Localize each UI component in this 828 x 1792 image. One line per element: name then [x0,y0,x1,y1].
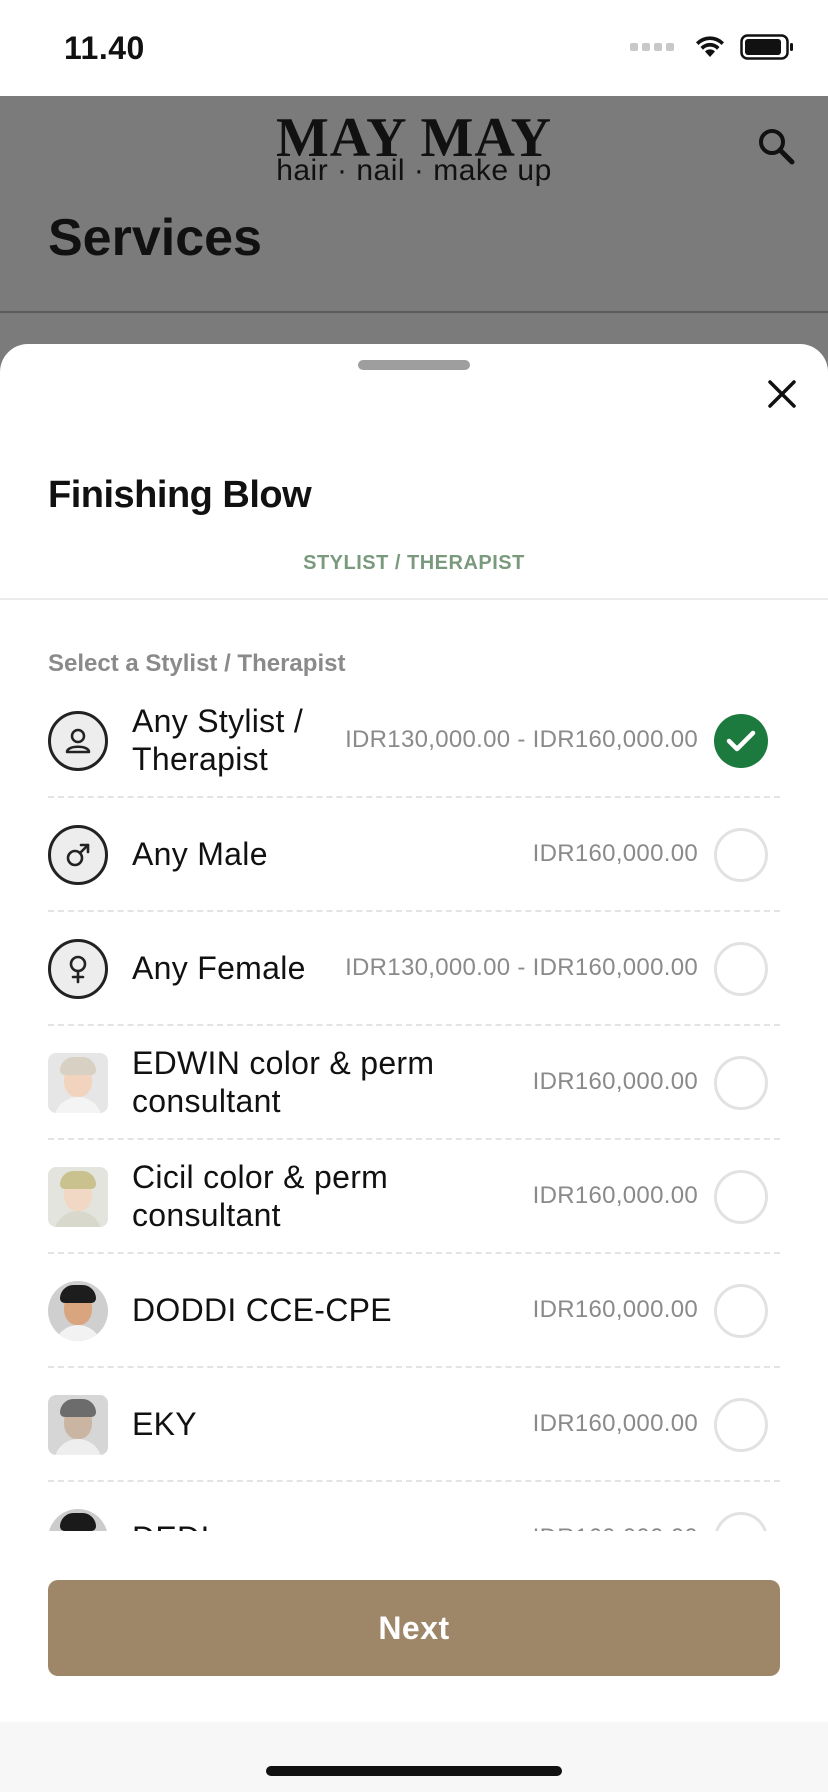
stylist-photo [48,1509,108,1531]
stylist-name: DODDI CCE-CPE [132,1292,392,1328]
wifi-icon [696,36,724,57]
list-item[interactable]: DODDI CCE-CPE IDR160,000.00 [48,1254,780,1368]
divider [0,311,828,313]
avatar [48,711,108,771]
battery-icon [740,34,793,60]
radio-button[interactable] [714,1284,768,1338]
stylist-name: Any Male [132,836,268,872]
radio-selected[interactable] [714,714,768,768]
avatar [48,1509,108,1531]
price: IDR160,000.00 [532,1296,698,1323]
stylist-name: Cicil color & perm consultant [132,1159,389,1233]
price: IDR160,000.00 [533,1482,698,1531]
stylist-name: EDWIN color & perm consultant [132,1045,435,1119]
avatar [48,825,108,885]
list-item[interactable]: Cicil color & perm consultant IDR160,000… [48,1140,780,1254]
radio-button[interactable] [714,1056,768,1110]
next-button[interactable]: Next [48,1580,780,1676]
section-label: STYLIST / THERAPIST [303,552,525,574]
sheet-grabber[interactable] [358,360,470,370]
price: IDR160,000.00 [532,1068,698,1095]
radio-button[interactable] [714,828,768,882]
avatar [48,939,108,999]
radio-button[interactable] [714,1170,768,1224]
stylist-photo [48,1167,108,1227]
close-icon [768,380,796,408]
price-range: IDR130,000.00 - IDR160,000.00 [345,726,698,753]
price: IDR160,000.00 [532,1410,698,1437]
male-symbol-icon [66,843,90,867]
radio-button[interactable] [714,942,768,996]
status-time: 11.40 [64,30,145,66]
price: IDR160,000.00 [532,840,698,867]
avatar [48,1053,108,1113]
service-title: Finishing Blow [48,474,312,516]
brand-tagline: hair · nail · make up [276,154,552,187]
radio-button[interactable] [714,1512,768,1531]
close-button[interactable] [762,374,802,414]
status-bar: 11.40 [0,0,828,96]
stylist-name: Any Stylist / Therapist [132,703,304,777]
list-item[interactable]: DEDI IDR160,000.00 [48,1482,780,1531]
person-icon [65,728,91,754]
list-item[interactable]: Any Female IDR130,000.00 - IDR160,000.00 [48,912,780,1026]
price-range: IDR130,000.00 - IDR160,000.00 [345,954,698,981]
avatar [48,1395,108,1455]
stylist-photo [48,1395,108,1455]
stylist-name: Any Female [132,950,306,986]
list-item[interactable]: EKY IDR160,000.00 [48,1368,780,1482]
status-indicators [630,34,794,60]
cellular-signal-icon [630,43,674,51]
stylist-name: DEDI [132,1482,472,1531]
avatar [48,1281,108,1341]
stylist-name: EKY [132,1406,197,1442]
stylist-list[interactable]: Any Stylist / Therapist IDR130,000.00 - … [0,684,828,1531]
divider [0,598,828,600]
home-indicator[interactable] [266,1766,562,1776]
checkmark-icon [726,730,756,752]
search-icon[interactable] [756,126,796,166]
stylist-photo [48,1053,108,1113]
stylist-photo [48,1281,108,1341]
list-heading: Select a Stylist / Therapist [48,650,346,677]
list-item[interactable]: Any Male IDR160,000.00 [48,798,780,912]
avatar [48,1167,108,1227]
page-title: Services [48,209,262,267]
list-item[interactable]: EDWIN color & perm consultant IDR160,000… [48,1026,780,1140]
bottom-safe-area [0,1722,828,1792]
female-symbol-icon [69,955,87,984]
price: IDR160,000.00 [532,1182,698,1209]
list-item[interactable]: Any Stylist / Therapist IDR130,000.00 - … [48,684,780,798]
radio-button[interactable] [714,1398,768,1452]
